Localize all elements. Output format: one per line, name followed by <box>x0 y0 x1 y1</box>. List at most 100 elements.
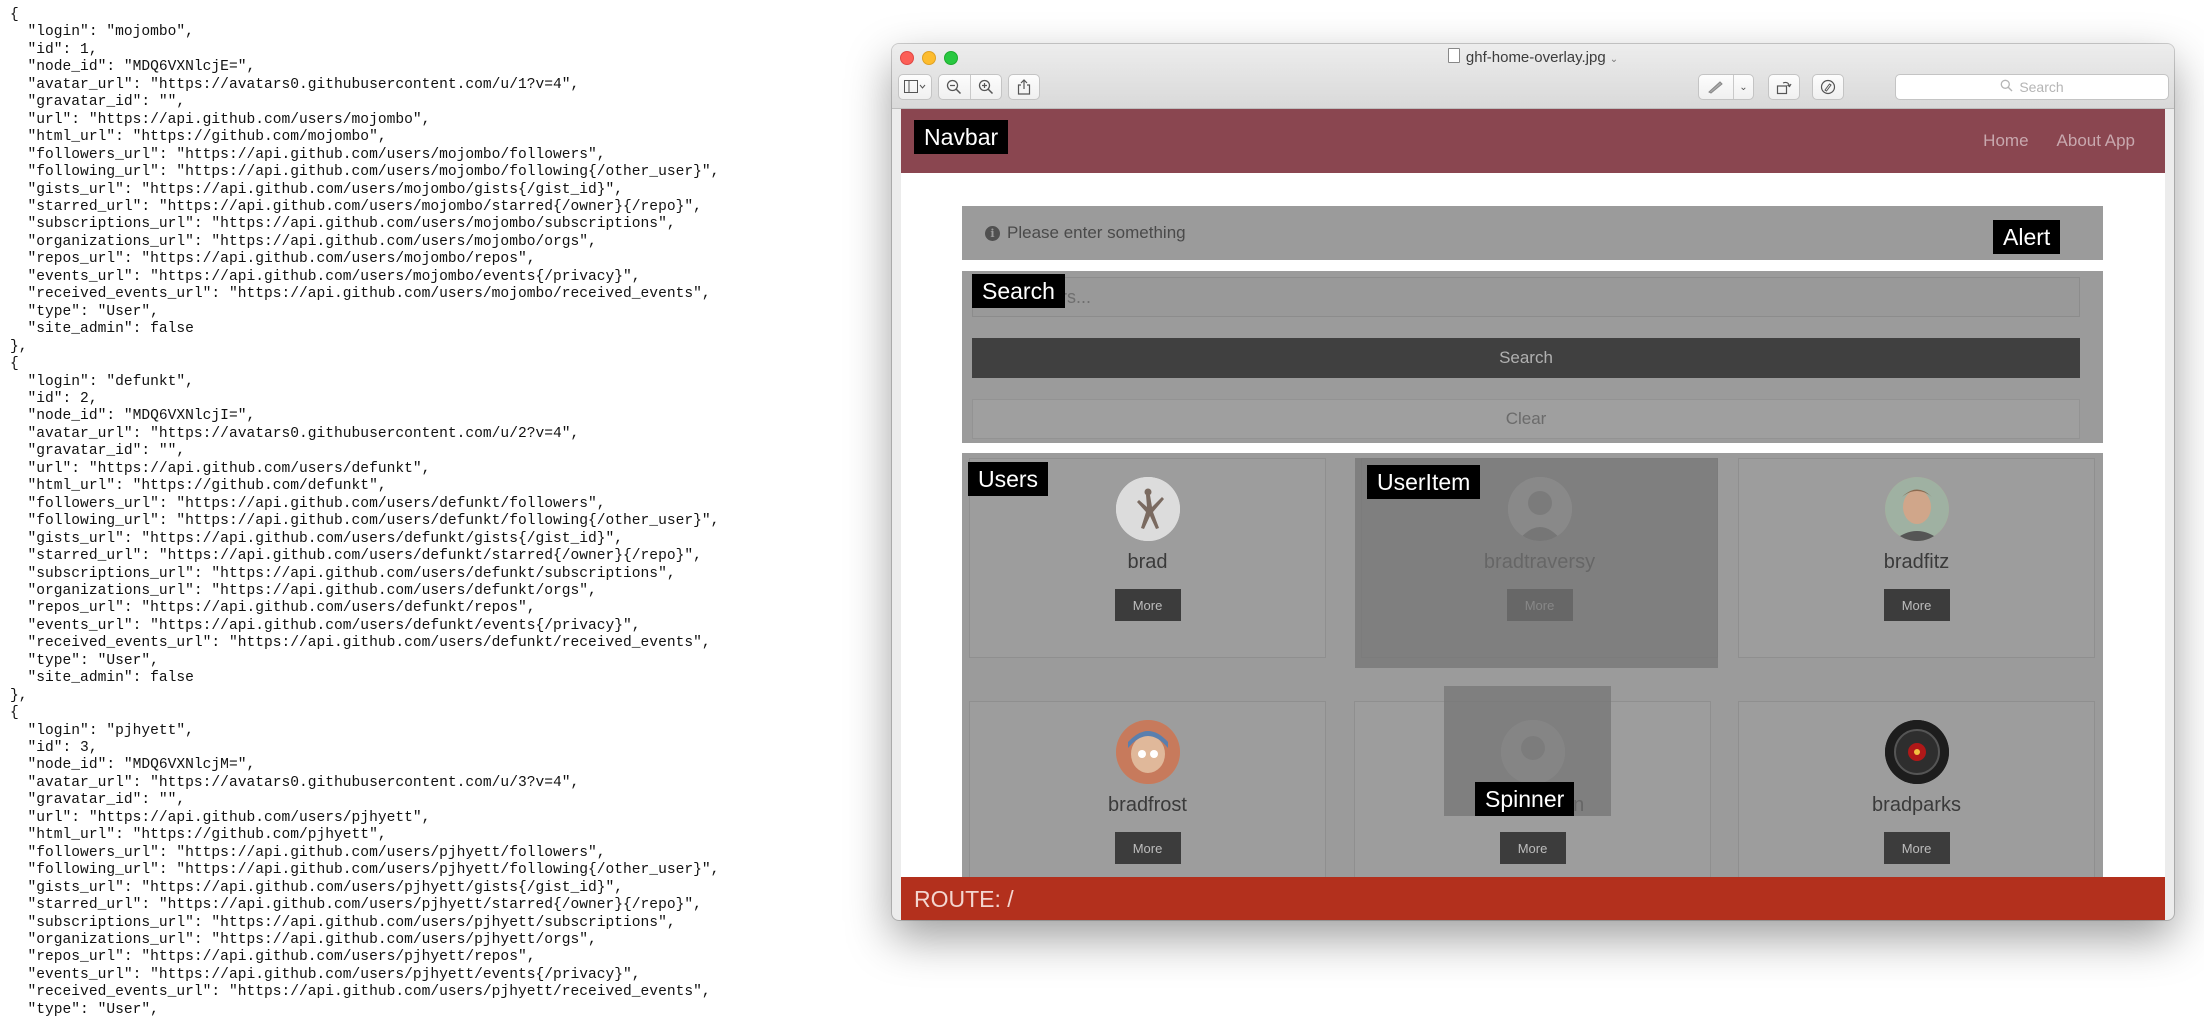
json-line: "starred_url": "https://api.github.com/u… <box>10 897 702 914</box>
json-line: "type": "User", <box>10 652 159 669</box>
zoom-in-icon[interactable] <box>969 75 1001 99</box>
nav-link-home[interactable]: Home <box>1983 131 2028 151</box>
json-line: "organizations_url": "https://api.github… <box>10 932 597 949</box>
json-line: "html_url": "https://github.com/mojombo"… <box>10 129 387 146</box>
spinner-overlay-label: Spinner <box>1475 782 1575 816</box>
user-login: brad <box>1127 551 1168 573</box>
json-line: { <box>10 705 19 722</box>
json-line: "received_events_url": "https://api.gith… <box>10 635 711 652</box>
json-line: "subscriptions_url": "https://api.github… <box>10 565 676 582</box>
more-button[interactable]: More <box>1883 832 1950 864</box>
chevron-down-icon[interactable]: ⌄ <box>1733 75 1753 99</box>
json-line: "gravatar_id": "", <box>10 792 186 809</box>
toolbar-search-field[interactable]: Search <box>1895 74 2169 100</box>
toolbar-search-placeholder: Search <box>2019 79 2064 95</box>
json-line: "id": 3, <box>10 740 98 757</box>
more-button[interactable]: More <box>1883 589 1950 621</box>
user-card: bradfitz More <box>1738 458 2095 658</box>
route-bar: ROUTE: / <box>901 877 2165 920</box>
user-login: bradfrost <box>1108 794 1187 816</box>
search-users-input[interactable]: ers... <box>972 277 2080 317</box>
json-line: "repos_url": "https://api.github.com/use… <box>10 251 536 268</box>
json-line: "gists_url": "https://api.github.com/use… <box>10 181 624 198</box>
avatar <box>1884 720 1949 784</box>
json-line: "login": "defunkt", <box>10 373 194 390</box>
search-button[interactable]: Search <box>972 338 2080 378</box>
json-line: "organizations_url": "https://api.github… <box>10 582 597 599</box>
json-line: "login": "mojombo", <box>10 24 194 41</box>
nav-link-about[interactable]: About App <box>2057 131 2135 151</box>
zoom-out-icon[interactable] <box>939 75 970 99</box>
alert-overlay-label: Alert <box>1993 220 2061 254</box>
more-button[interactable]: More <box>1499 832 1566 864</box>
json-line: "html_url": "https://github.com/defunkt"… <box>10 478 387 495</box>
json-line: "starred_url": "https://api.github.com/u… <box>10 198 702 215</box>
json-line: "events_url": "https://api.github.com/us… <box>10 617 641 634</box>
preview-window: ghf-home-overlay.jpg ⌄ ⌄ Search Home Abo… <box>892 44 2174 920</box>
json-line: "html_url": "https://github.com/pjhyett"… <box>10 827 387 844</box>
sidebar-toggle-group[interactable] <box>898 74 932 100</box>
json-line: "id": 1, <box>10 41 98 58</box>
document-icon <box>1447 48 1460 63</box>
useritem-overlay-label: UserItem <box>1367 465 1481 499</box>
json-line: "avatar_url": "https://avatars0.githubus… <box>10 76 580 93</box>
markup-pen-icon[interactable] <box>1699 75 1733 99</box>
clear-button[interactable]: Clear <box>972 399 2080 439</box>
json-text-panel: { "login": "mojombo", "id": 1, "node_id"… <box>10 7 870 1022</box>
json-line: "type": "User", <box>10 303 159 320</box>
share-group <box>1008 74 1040 100</box>
json-line: "gists_url": "https://api.github.com/use… <box>10 530 624 547</box>
json-line: "events_url": "https://api.github.com/us… <box>10 268 641 285</box>
json-line: "url": "https://api.github.com/users/moj… <box>10 111 431 128</box>
json-line: "avatar_url": "https://avatars0.githubus… <box>10 774 580 791</box>
json-line: "node_id": "MDQ6VXNlcjI=", <box>10 408 256 425</box>
json-line: "subscriptions_url": "https://api.github… <box>10 914 676 931</box>
share-icon[interactable] <box>1009 75 1039 99</box>
json-line: "following_url": "https://api.github.com… <box>10 513 720 530</box>
json-line: "followers_url": "https://api.github.com… <box>10 495 606 512</box>
search-overlay-label: Search <box>972 274 1065 308</box>
json-line: "node_id": "MDQ6VXNlcjM=", <box>10 757 256 774</box>
json-line: "repos_url": "https://api.github.com/use… <box>10 949 536 966</box>
users-section: brad More bradtraversy More bradfitz Mor… <box>962 453 2103 920</box>
json-line: "starred_url": "https://api.github.com/u… <box>10 548 702 565</box>
json-line: "url": "https://api.github.com/users/pjh… <box>10 809 431 826</box>
json-line: "site_admin": false <box>10 321 194 338</box>
more-button[interactable]: More <box>1114 832 1181 864</box>
user-login: bradfitz <box>1883 551 1950 573</box>
user-card: bradfrost More <box>969 701 1326 901</box>
users-overlay-label: Users <box>968 462 1049 496</box>
json-line: "followers_url": "https://api.github.com… <box>10 844 606 861</box>
json-line: }, <box>10 338 28 355</box>
json-line: "gravatar_id": "", <box>10 94 186 111</box>
document-title[interactable]: ghf-home-overlay.jpg ⌄ <box>892 48 2174 66</box>
json-line: { <box>10 356 19 373</box>
json-line: "login": "pjhyett", <box>10 722 194 739</box>
json-line: "id": 2, <box>10 390 98 407</box>
alert-box: i Please enter something <box>962 206 2103 260</box>
app-navbar: inder Home About App <box>901 109 2165 173</box>
json-line: }, <box>10 687 28 704</box>
json-line: "avatar_url": "https://avatars0.githubus… <box>10 425 580 442</box>
search-icon <box>2000 79 2013 95</box>
more-button[interactable]: More <box>1114 589 1181 621</box>
alert-text: Please enter something <box>1007 223 1186 242</box>
json-line: "received_events_url": "https://api.gith… <box>10 286 711 303</box>
window-titlebar: ghf-home-overlay.jpg ⌄ ⌄ Search <box>892 44 2174 109</box>
json-line: "followers_url": "https://api.github.com… <box>10 146 606 163</box>
markup-group: ⌄ <box>1698 74 1754 100</box>
chevron-down-icon: ⌄ <box>1609 54 1619 65</box>
json-line: "following_url": "https://api.github.com… <box>10 164 720 181</box>
route-text: ROUTE: / <box>914 885 1014 912</box>
json-line: "type": "User", <box>10 1001 159 1018</box>
rotate-icon[interactable] <box>1769 75 1799 99</box>
json-line: "gists_url": "https://api.github.com/use… <box>10 879 624 896</box>
json-line: "url": "https://api.github.com/users/def… <box>10 460 431 477</box>
json-line: { <box>10 7 19 23</box>
app-screenshot: inder Home About App i Please enter some… <box>901 109 2165 920</box>
json-line: "gravatar_id": "", <box>10 443 186 460</box>
json-line: "events_url": "https://api.github.com/us… <box>10 966 641 983</box>
json-line: "repos_url": "https://api.github.com/use… <box>10 600 536 617</box>
annotate-icon[interactable] <box>1813 75 1843 99</box>
sidebar-icon[interactable] <box>899 75 931 99</box>
